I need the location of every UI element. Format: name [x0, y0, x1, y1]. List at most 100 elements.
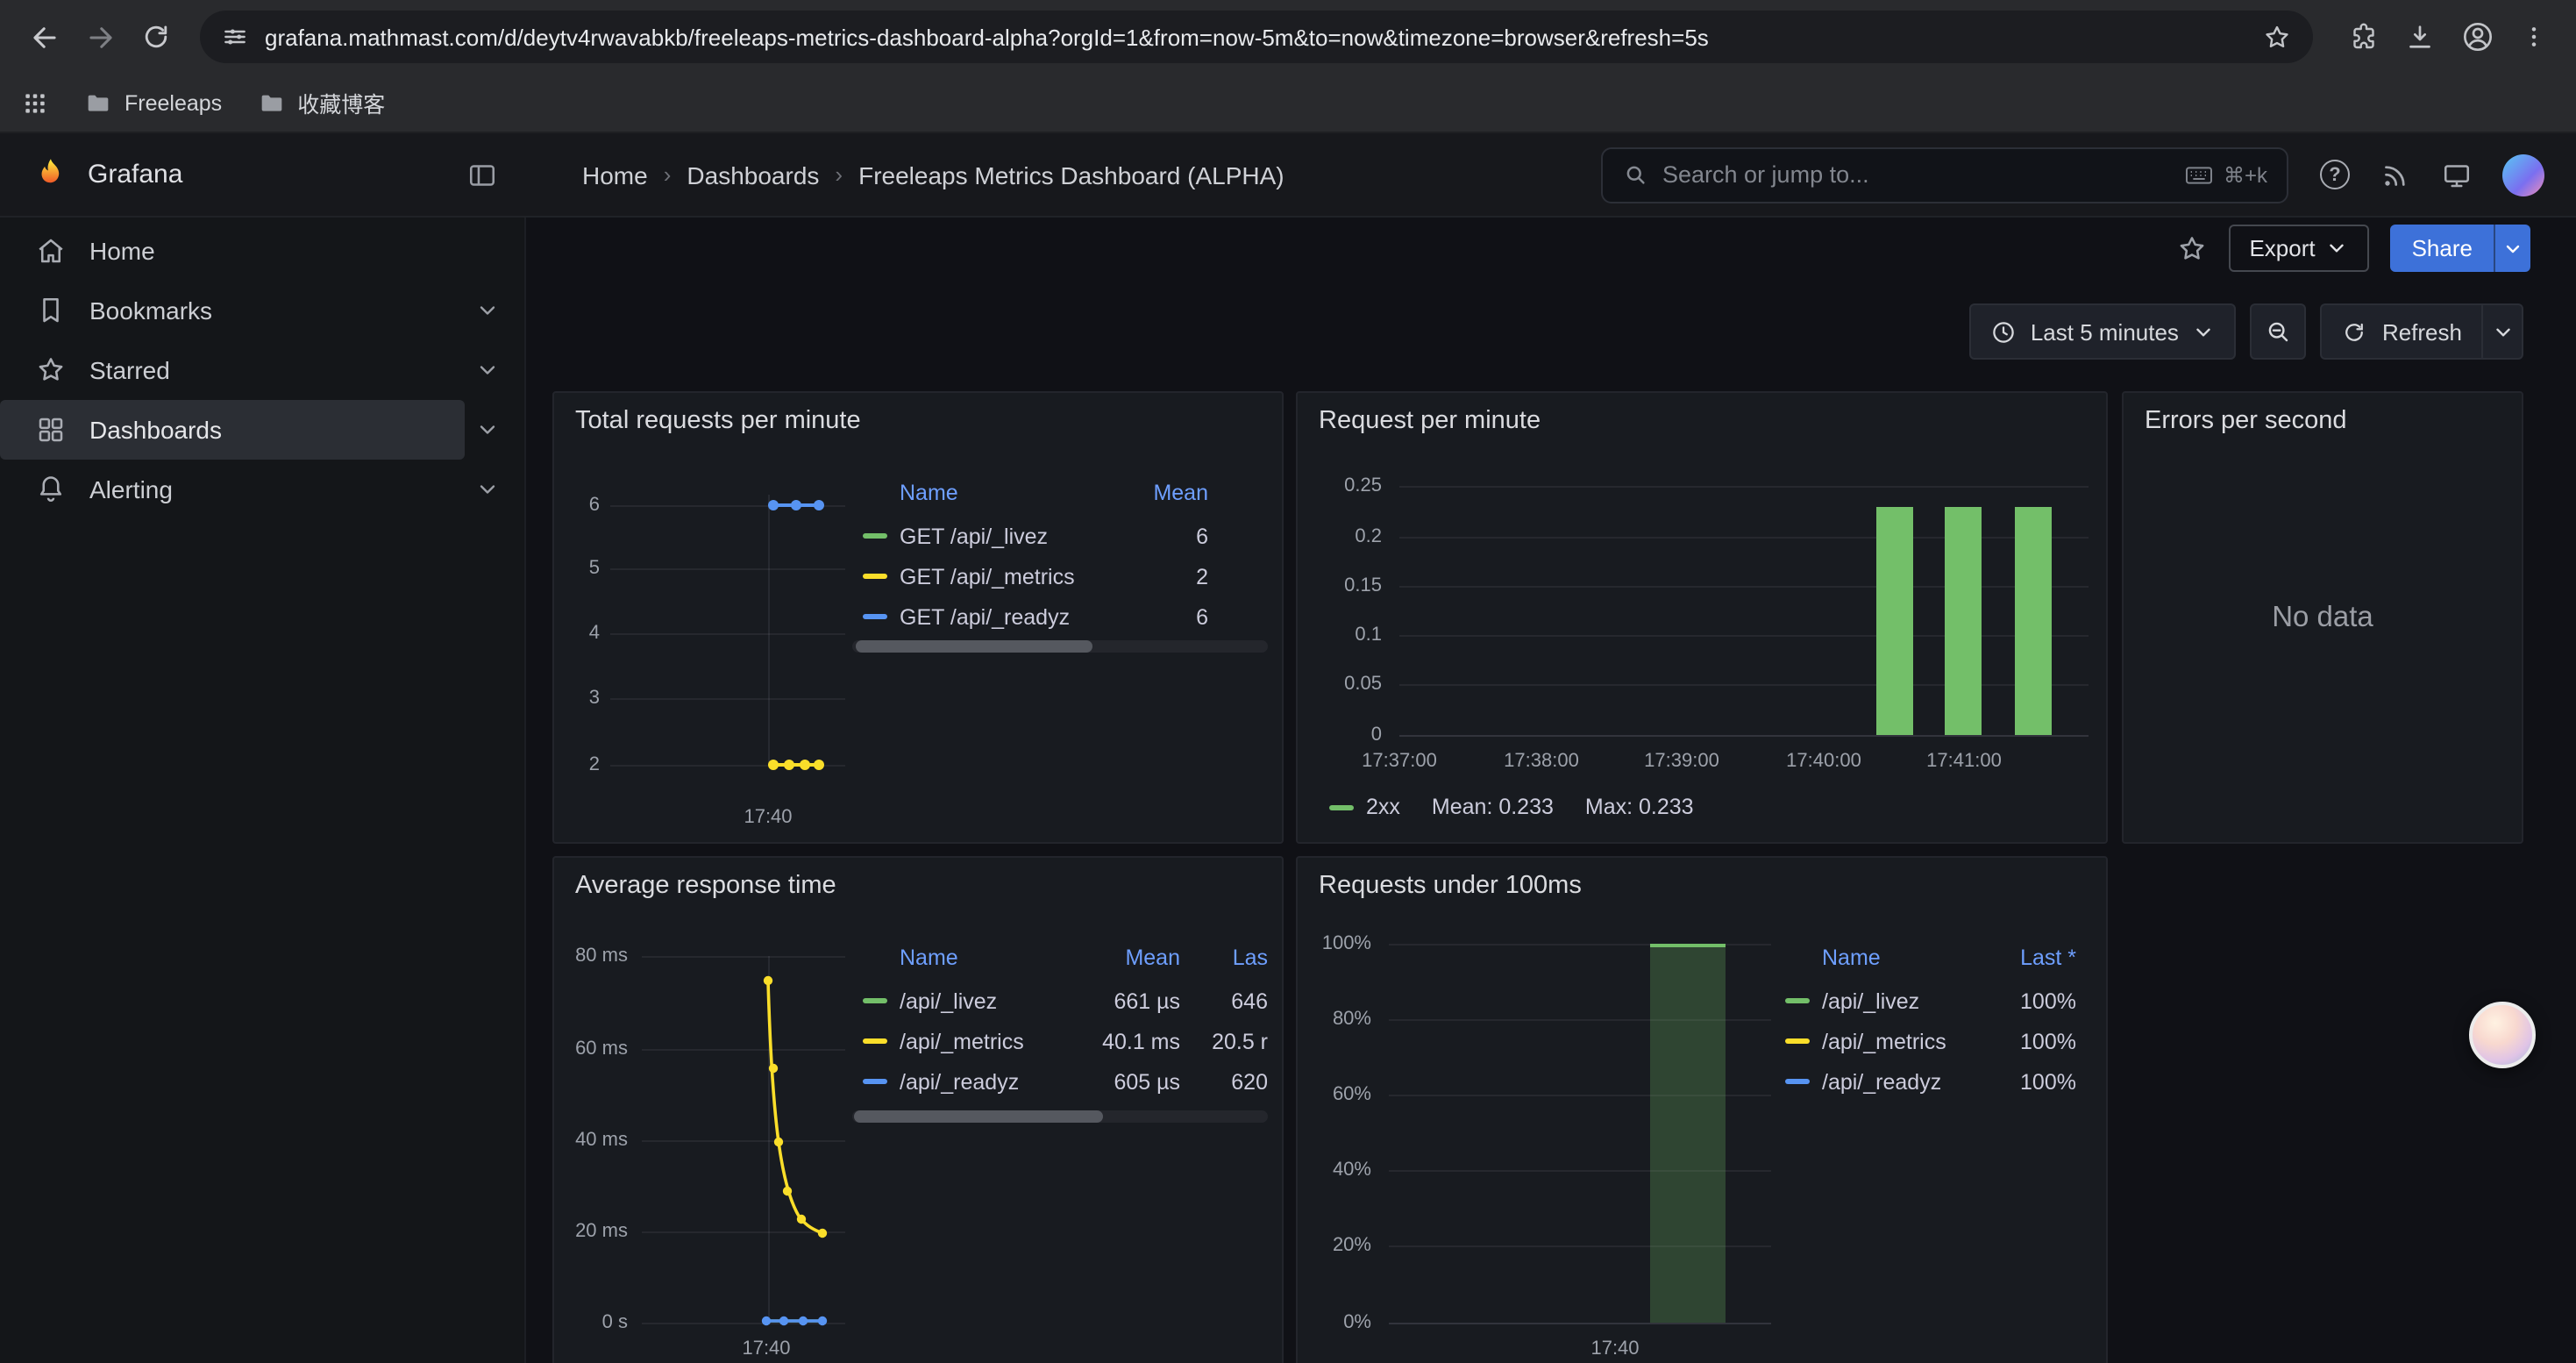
export-button[interactable]: Export	[2228, 225, 2369, 272]
chevron-down-icon[interactable]	[475, 358, 500, 382]
x-tick: 17:37:00	[1362, 751, 1437, 772]
legend-header-mean[interactable]: Mean	[1075, 946, 1180, 970]
legend-row[interactable]: /api/_livez 100%	[1775, 981, 2083, 1021]
y-tick: 0	[1298, 724, 1382, 746]
forward-button[interactable]	[74, 11, 126, 63]
bookmark-folder-blogs[interactable]: 收藏博客	[257, 86, 385, 119]
extensions-icon[interactable]	[2348, 21, 2380, 53]
legend-row[interactable]: GET /api/_metrics 2	[852, 556, 1268, 596]
chevron-down-icon[interactable]	[475, 298, 500, 323]
grafana-home-link[interactable]: Grafana	[32, 155, 182, 194]
favorite-star-icon[interactable]	[2175, 232, 2207, 264]
series-name: /api/_metrics	[1822, 1029, 1999, 1053]
legend-series-2xx[interactable]: 2xx	[1329, 795, 1400, 819]
legend-row[interactable]: /api/_readyz 605 µs 620	[852, 1061, 1268, 1102]
y-tick: 40%	[1298, 1160, 1371, 1181]
profile-icon[interactable]	[2460, 19, 2495, 54]
sidebar-item-starred[interactable]: Starred	[0, 340, 524, 400]
legend-row[interactable]: GET /api/_livez 6	[852, 516, 1268, 556]
back-button[interactable]	[18, 11, 70, 63]
legend-scrollbar-thumb[interactable]	[854, 1110, 1103, 1123]
chevron-down-icon[interactable]	[475, 477, 500, 502]
x-tick: 17:40	[1590, 1338, 1639, 1359]
gridline-baseline	[1389, 1323, 1771, 1324]
legend-table: Name Last * /api/_livez 100% /api/_metri…	[1775, 935, 2083, 1102]
display-icon[interactable]	[2441, 159, 2473, 190]
gridline	[1399, 586, 2089, 588]
dock-sidebar-icon[interactable]	[466, 159, 498, 190]
user-avatar[interactable]	[2502, 153, 2544, 196]
chevron-down-icon	[2502, 238, 2523, 259]
share-menu-button[interactable]	[2494, 225, 2530, 272]
grafana-header: Grafana Home › Dashboards › Freeleaps Me…	[0, 133, 2576, 218]
gridline	[642, 956, 845, 958]
url-bar[interactable]: grafana.mathmast.com/d/deytv4rwavabkb/fr…	[200, 11, 2313, 63]
sidebar-item-bookmarks[interactable]: Bookmarks	[0, 281, 524, 340]
bookmark-star-icon[interactable]	[2262, 22, 2292, 52]
reload-icon	[140, 21, 172, 53]
breadcrumb-dashboards[interactable]: Dashboards	[687, 161, 819, 189]
reload-button[interactable]	[130, 11, 182, 63]
series-name: 2xx	[1366, 795, 1400, 819]
browser-menu-icon[interactable]	[2520, 23, 2548, 51]
legend-row[interactable]: /api/_readyz 100%	[1775, 1061, 2083, 1102]
series-swatch	[1785, 1079, 1810, 1084]
y-tick: 80%	[1298, 1009, 1371, 1030]
panel-average-response-time: Average response time 80 ms 60 ms 40 ms …	[552, 856, 1284, 1363]
legend-row[interactable]: /api/_livez 661 µs 646	[852, 981, 1268, 1021]
series-name: GET /api/_readyz	[900, 604, 1138, 629]
legend-header-row: Name Mean Las	[852, 935, 1268, 981]
x-tick: 17:39:00	[1644, 751, 1719, 772]
sidebar-item-dashboards[interactable]: Dashboards	[0, 400, 524, 460]
search-box[interactable]: ⌘+k	[1601, 146, 2288, 203]
breadcrumb-separator: ›	[835, 161, 843, 188]
zoom-out-icon	[2265, 318, 2293, 346]
legend-header-name[interactable]: Name	[852, 481, 1138, 505]
legend-row[interactable]: /api/_metrics 100%	[1775, 1021, 2083, 1061]
series-mean: 6	[1138, 524, 1208, 548]
refresh-icon	[2342, 318, 2368, 345]
news-icon[interactable]	[2380, 159, 2411, 190]
panel-errors-per-second: Errors per second No data	[2122, 391, 2523, 844]
bookmark-folder-freeleaps[interactable]: Freeleaps	[84, 89, 222, 117]
sidebar-item-label: Bookmarks	[89, 296, 212, 325]
y-tick: 0.15	[1298, 575, 1382, 596]
panel-title[interactable]: Total requests per minute	[575, 407, 861, 435]
legend-table: Name Mean Las /api/_livez 661 µs 646 /ap…	[852, 935, 1268, 1102]
refresh-button[interactable]: Refresh	[2321, 303, 2481, 360]
refresh-interval-button[interactable]	[2481, 303, 2523, 360]
share-button[interactable]: Share	[2391, 225, 2494, 272]
gridline	[642, 1049, 845, 1051]
legend-row[interactable]: /api/_metrics 40.1 ms 20.5 r	[852, 1021, 1268, 1061]
panel-requests-under-100ms: Requests under 100ms 100% 80% 60% 40% 20…	[1296, 856, 2108, 1363]
legend: 2xx Mean: 0.233 Max: 0.233	[1329, 795, 1694, 819]
assistant-avatar[interactable]	[2469, 1002, 2536, 1068]
y-tick: 0%	[1298, 1312, 1371, 1333]
grafana-header-left: Grafana	[0, 155, 526, 194]
breadcrumb-home[interactable]: Home	[582, 161, 648, 189]
zoom-out-button[interactable]	[2251, 303, 2307, 360]
panel-title[interactable]: Request per minute	[1319, 407, 1541, 435]
y-tick: 40 ms	[554, 1130, 628, 1151]
legend-header-name[interactable]: Name	[1775, 946, 1999, 970]
panel-title[interactable]: Requests under 100ms	[1319, 872, 1582, 900]
legend-scrollbar-thumb[interactable]	[856, 640, 1092, 653]
apps-grid-icon[interactable]	[21, 89, 49, 117]
time-range-picker[interactable]: Last 5 minutes	[1969, 303, 2237, 360]
bar-2xx	[2015, 507, 2052, 735]
chevron-down-icon[interactable]	[475, 417, 500, 442]
panel-total-requests: Total requests per minute 6 5 4 3 2 17:4…	[552, 391, 1284, 844]
legend-header-mean[interactable]: Mean	[1138, 481, 1208, 505]
sidebar-item-alerting[interactable]: Alerting	[0, 460, 524, 519]
legend-header-last[interactable]: Last *	[1999, 946, 2083, 970]
help-icon[interactable]: ?	[2320, 160, 2350, 189]
search-input[interactable]	[1662, 161, 2171, 188]
download-icon[interactable]	[2404, 21, 2436, 53]
dashboard-actions: Export Share	[2175, 225, 2530, 272]
sidebar-item-home[interactable]: Home	[0, 221, 524, 281]
legend-header-name[interactable]: Name	[852, 946, 1075, 970]
legend-header-last[interactable]: Las	[1180, 946, 1268, 970]
site-info-icon[interactable]	[221, 23, 249, 51]
legend-row[interactable]: GET /api/_readyz 6	[852, 596, 1268, 637]
panel-title[interactable]: Average response time	[575, 872, 836, 900]
